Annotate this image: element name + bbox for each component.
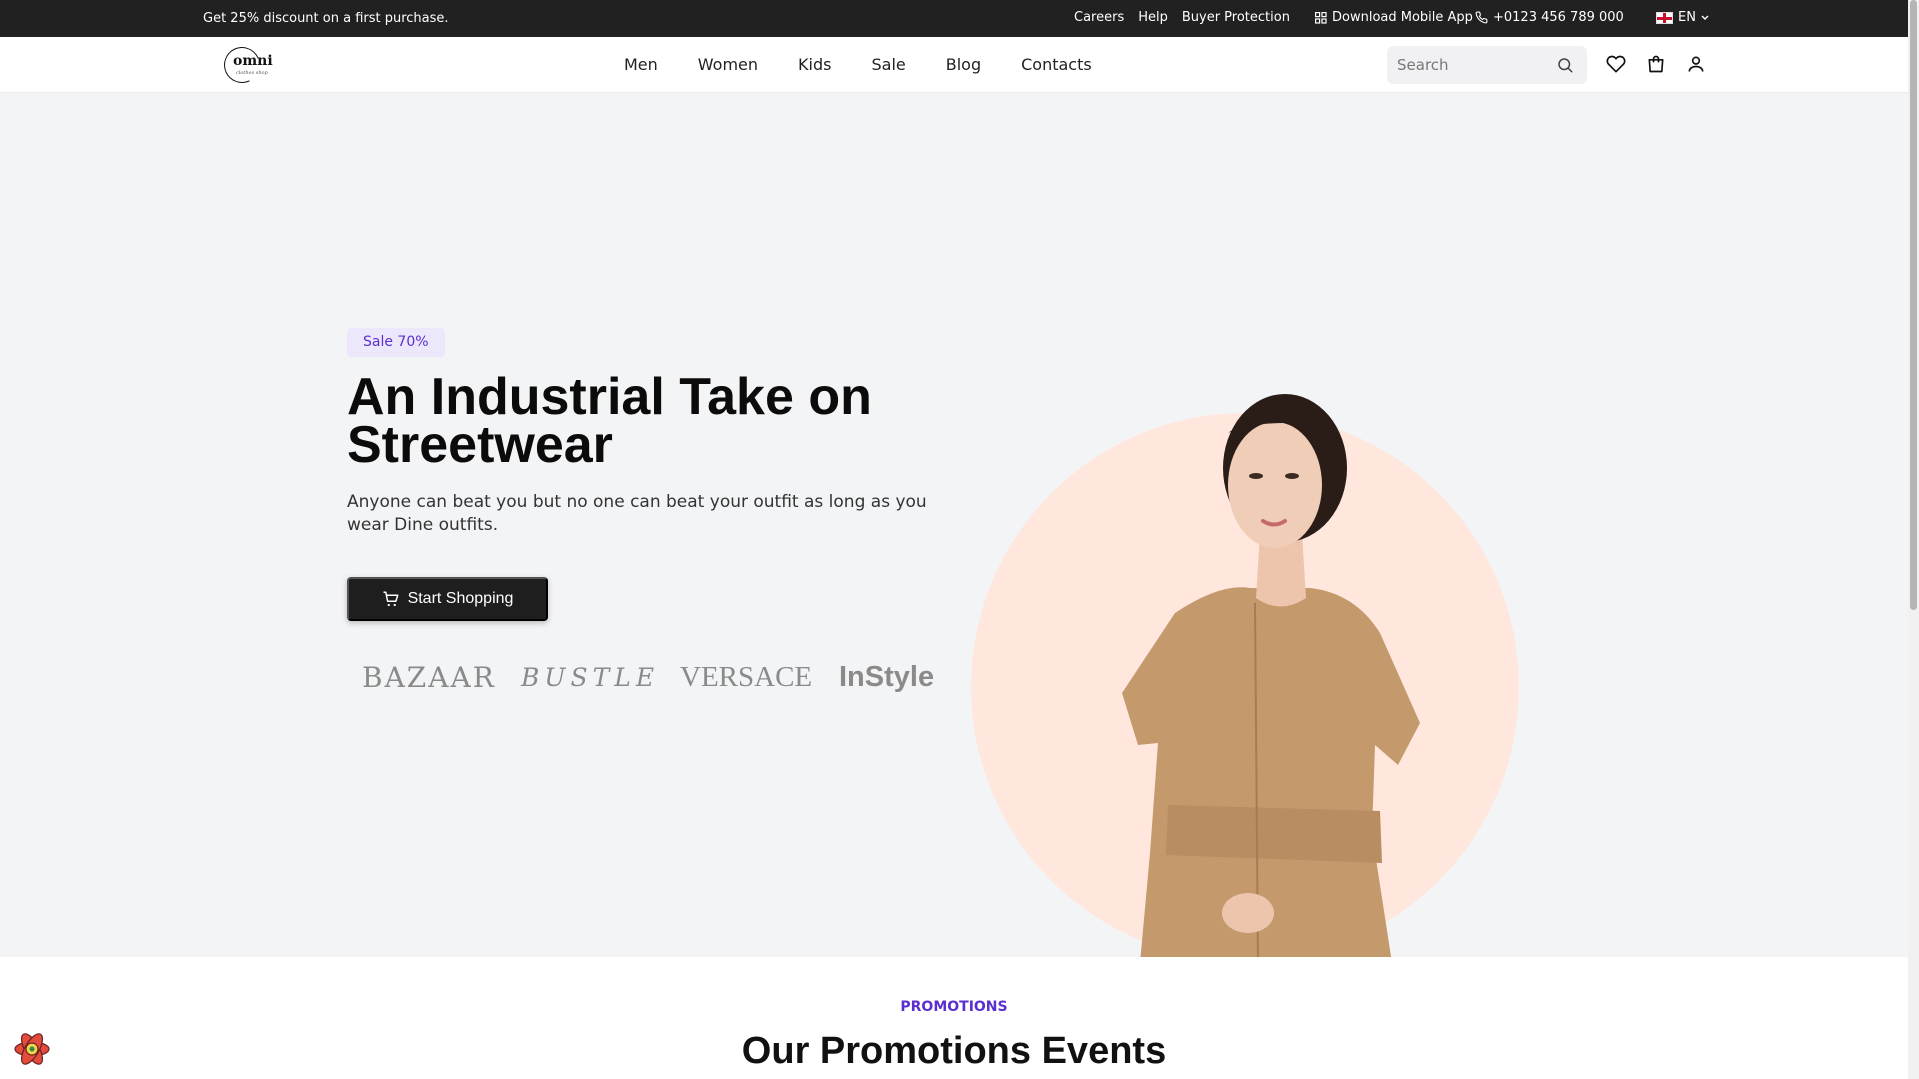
bazaar-logo: BAZAAR [362,661,496,694]
search-icon[interactable] [1556,56,1574,74]
nav-blog[interactable]: Blog [946,55,981,74]
buyer-protection-link[interactable]: Buyer Protection [1182,10,1290,25]
main-nav: Men Women Kids Sale Blog Contacts [624,55,1092,74]
help-link[interactable]: Help [1138,10,1168,25]
phone-number: +0123 456 789 000 [1493,10,1624,25]
bustle-logo: BUSTLE [521,663,660,692]
language-label: EN [1678,10,1696,25]
uk-flag-icon [1656,11,1673,24]
hero-title: An Industrial Take on Streetwear [347,368,872,474]
logo-word: omni [233,53,273,69]
scrollbar-thumb[interactable] [1910,0,1917,610]
page-scrollbar[interactable] [1908,0,1919,1079]
nav-men[interactable]: Men [624,55,658,74]
top-links: Careers Help Buyer Protection [1074,10,1290,25]
cart-icon [383,591,399,607]
sale-badge: Sale 70% [347,328,445,357]
start-shopping-label: Start Shopping [407,590,514,607]
user-icon[interactable] [1686,54,1706,74]
main-header: omni clothes shop Men Women Kids Sale Bl… [0,37,1908,93]
shopping-bag-icon[interactable] [1646,54,1666,74]
nav-kids[interactable]: Kids [798,55,831,74]
heart-icon[interactable] [1606,54,1626,74]
nav-sale[interactable]: Sale [871,55,905,74]
logo[interactable]: omni clothes shop [218,41,273,89]
start-shopping-button[interactable]: Start Shopping [347,577,548,621]
download-app-link[interactable]: Download Mobile App [1315,10,1473,25]
brand-logos: BAZAAR BUSTLE VERSACE InStyle [362,661,998,694]
versace-logo: VERSACE [680,661,813,693]
download-app-label: Download Mobile App [1332,10,1473,25]
phone-icon [1475,11,1488,24]
promotions-title: Our Promotions Events [741,1030,1167,1072]
careers-link[interactable]: Careers [1074,10,1124,25]
model-image [1122,394,1420,957]
logo-tagline: clothes shop [236,70,268,76]
chevron-down-icon [1701,15,1709,20]
phone-link[interactable]: +0123 456 789 000 [1475,10,1624,25]
hero-subtitle: Anyone can beat you but no one can beat … [347,492,927,535]
top-bar: Get 25% discount on a first purchase. Ca… [0,0,1908,37]
nav-women[interactable]: Women [698,55,758,74]
search-box [1387,46,1587,84]
discount-text: Get 25% discount on a first purchase. [203,11,449,26]
react-devtools-icon[interactable] [12,1029,52,1069]
search-input[interactable] [1397,55,1547,75]
promotions-label: PROMOTIONS [900,999,1008,1015]
language-selector[interactable]: EN [1656,10,1709,25]
hero-section: Sale 70% An Industrial Take on Streetwea… [0,93,1908,957]
nav-contacts[interactable]: Contacts [1021,55,1092,74]
grid-icon [1315,11,1327,24]
